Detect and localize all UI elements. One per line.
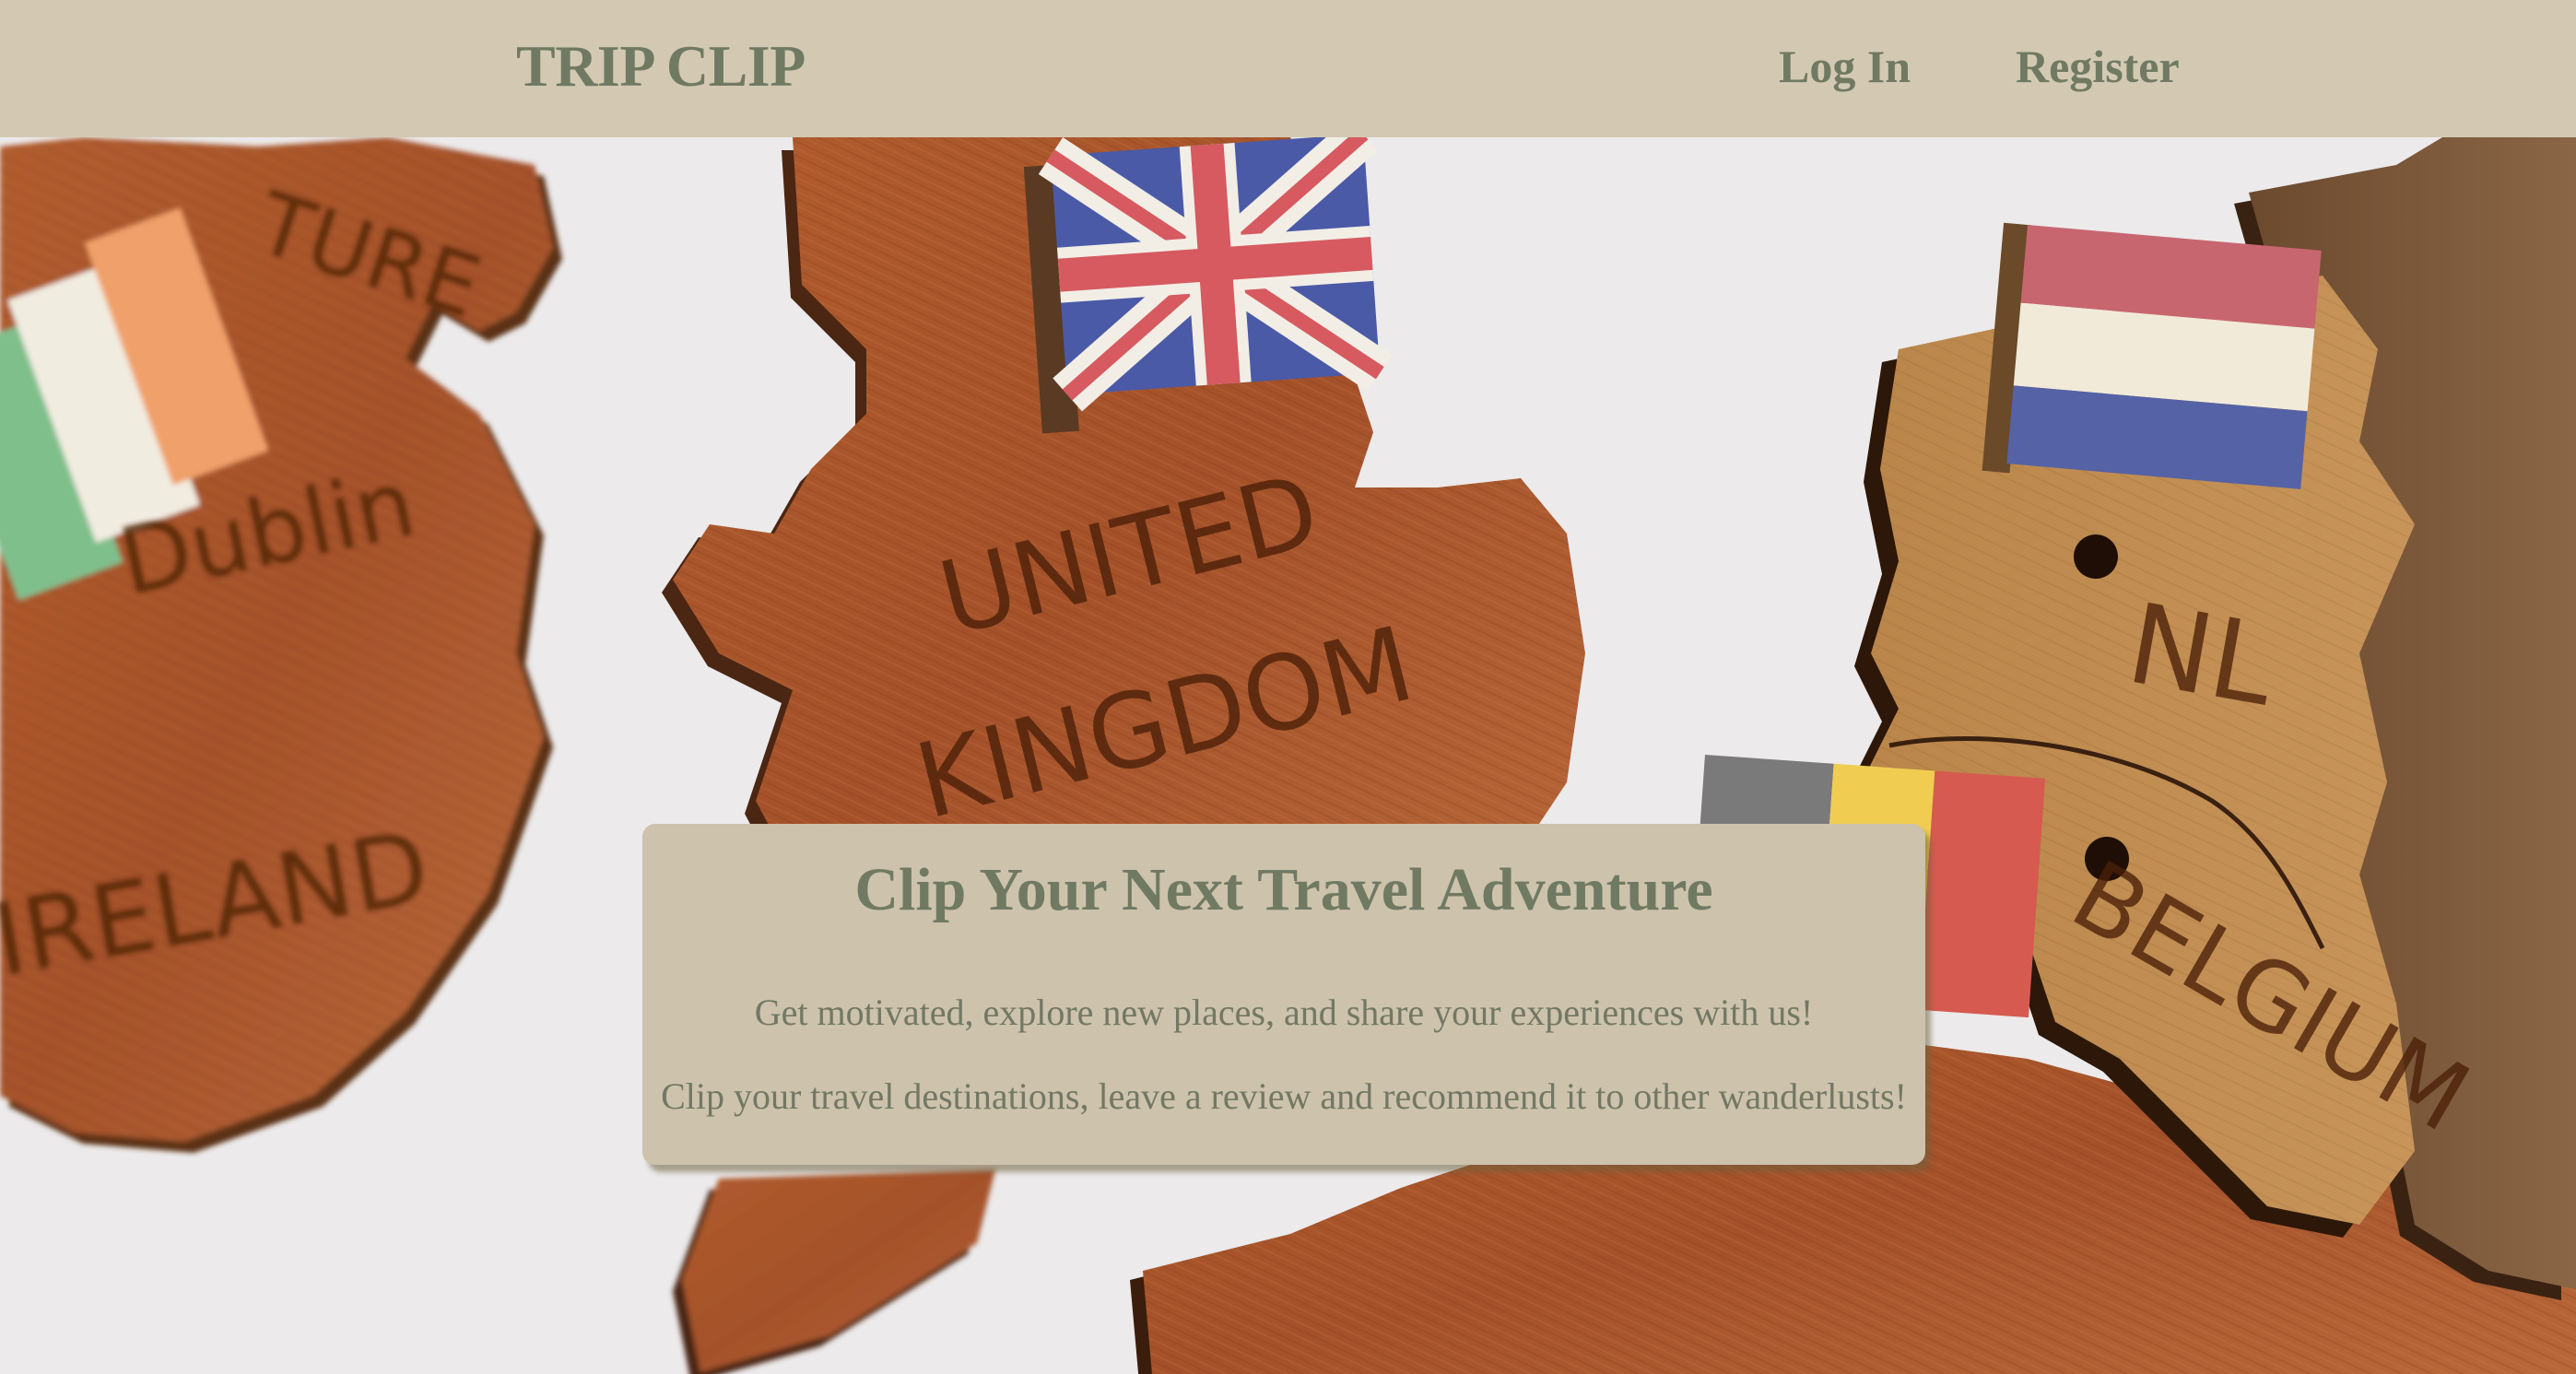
hero-background-image: TURE Dublin IRELAND UNITED KINGDOM NL BE…: [0, 137, 2576, 1374]
top-navbar: TRIP CLIP Log In Register: [0, 0, 2576, 137]
hero-section: TURE Dublin IRELAND UNITED KINGDOM NL BE…: [0, 137, 2576, 1374]
hero-card: Clip Your Next Travel Adventure Get moti…: [642, 824, 1925, 1165]
brand-logo[interactable]: TRIP CLIP: [516, 33, 806, 100]
label-nl: NL: [2119, 581, 2284, 732]
login-link[interactable]: Log In: [1779, 39, 1911, 94]
hero-description-1: Get motivated, explore new places, and s…: [754, 992, 1814, 1033]
hero-description-2: Clip your travel destinations, leave a r…: [661, 1075, 1907, 1117]
hero-title: Clip Your Next Travel Adventure: [854, 856, 1713, 923]
register-link[interactable]: Register: [2016, 39, 2180, 94]
